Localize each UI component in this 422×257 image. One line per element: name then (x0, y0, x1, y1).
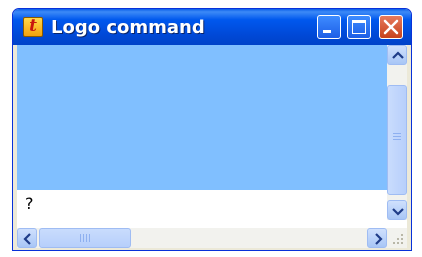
resize-grip[interactable] (387, 228, 407, 248)
maximize-button[interactable] (347, 15, 371, 39)
minimize-button[interactable] (317, 15, 341, 39)
logo-command-window: t Logo command ? (12, 8, 412, 251)
maximize-icon (352, 20, 366, 34)
vertical-scrollbar[interactable] (387, 45, 407, 220)
horizontal-scroll-thumb[interactable] (39, 228, 131, 248)
close-icon (383, 19, 399, 35)
scroll-down-button[interactable] (387, 200, 407, 220)
minimize-icon (323, 30, 331, 33)
chevron-down-icon (392, 208, 404, 216)
close-button[interactable] (379, 15, 403, 39)
client-area: ? (17, 45, 407, 248)
chevron-up-icon (392, 51, 404, 59)
grip-icon (393, 133, 401, 142)
resize-grip-icon (393, 234, 403, 244)
horizontal-scrollbar[interactable] (17, 228, 387, 248)
app-icon-glyph: t (29, 16, 37, 36)
window-title: Logo command (51, 17, 205, 38)
grip-icon (80, 234, 90, 242)
scroll-up-button[interactable] (387, 45, 407, 65)
scroll-right-button[interactable] (367, 228, 387, 248)
chevron-left-icon (23, 233, 31, 245)
command-prompt: ? (25, 194, 34, 213)
scroll-left-button[interactable] (17, 228, 37, 248)
command-input[interactable]: ? (17, 190, 387, 220)
logo-t-icon[interactable]: t (23, 16, 43, 37)
vertical-scroll-thumb[interactable] (387, 85, 407, 195)
output-area[interactable] (17, 45, 387, 190)
title-bar[interactable]: t Logo command (13, 9, 411, 45)
chevron-right-icon (375, 233, 383, 245)
